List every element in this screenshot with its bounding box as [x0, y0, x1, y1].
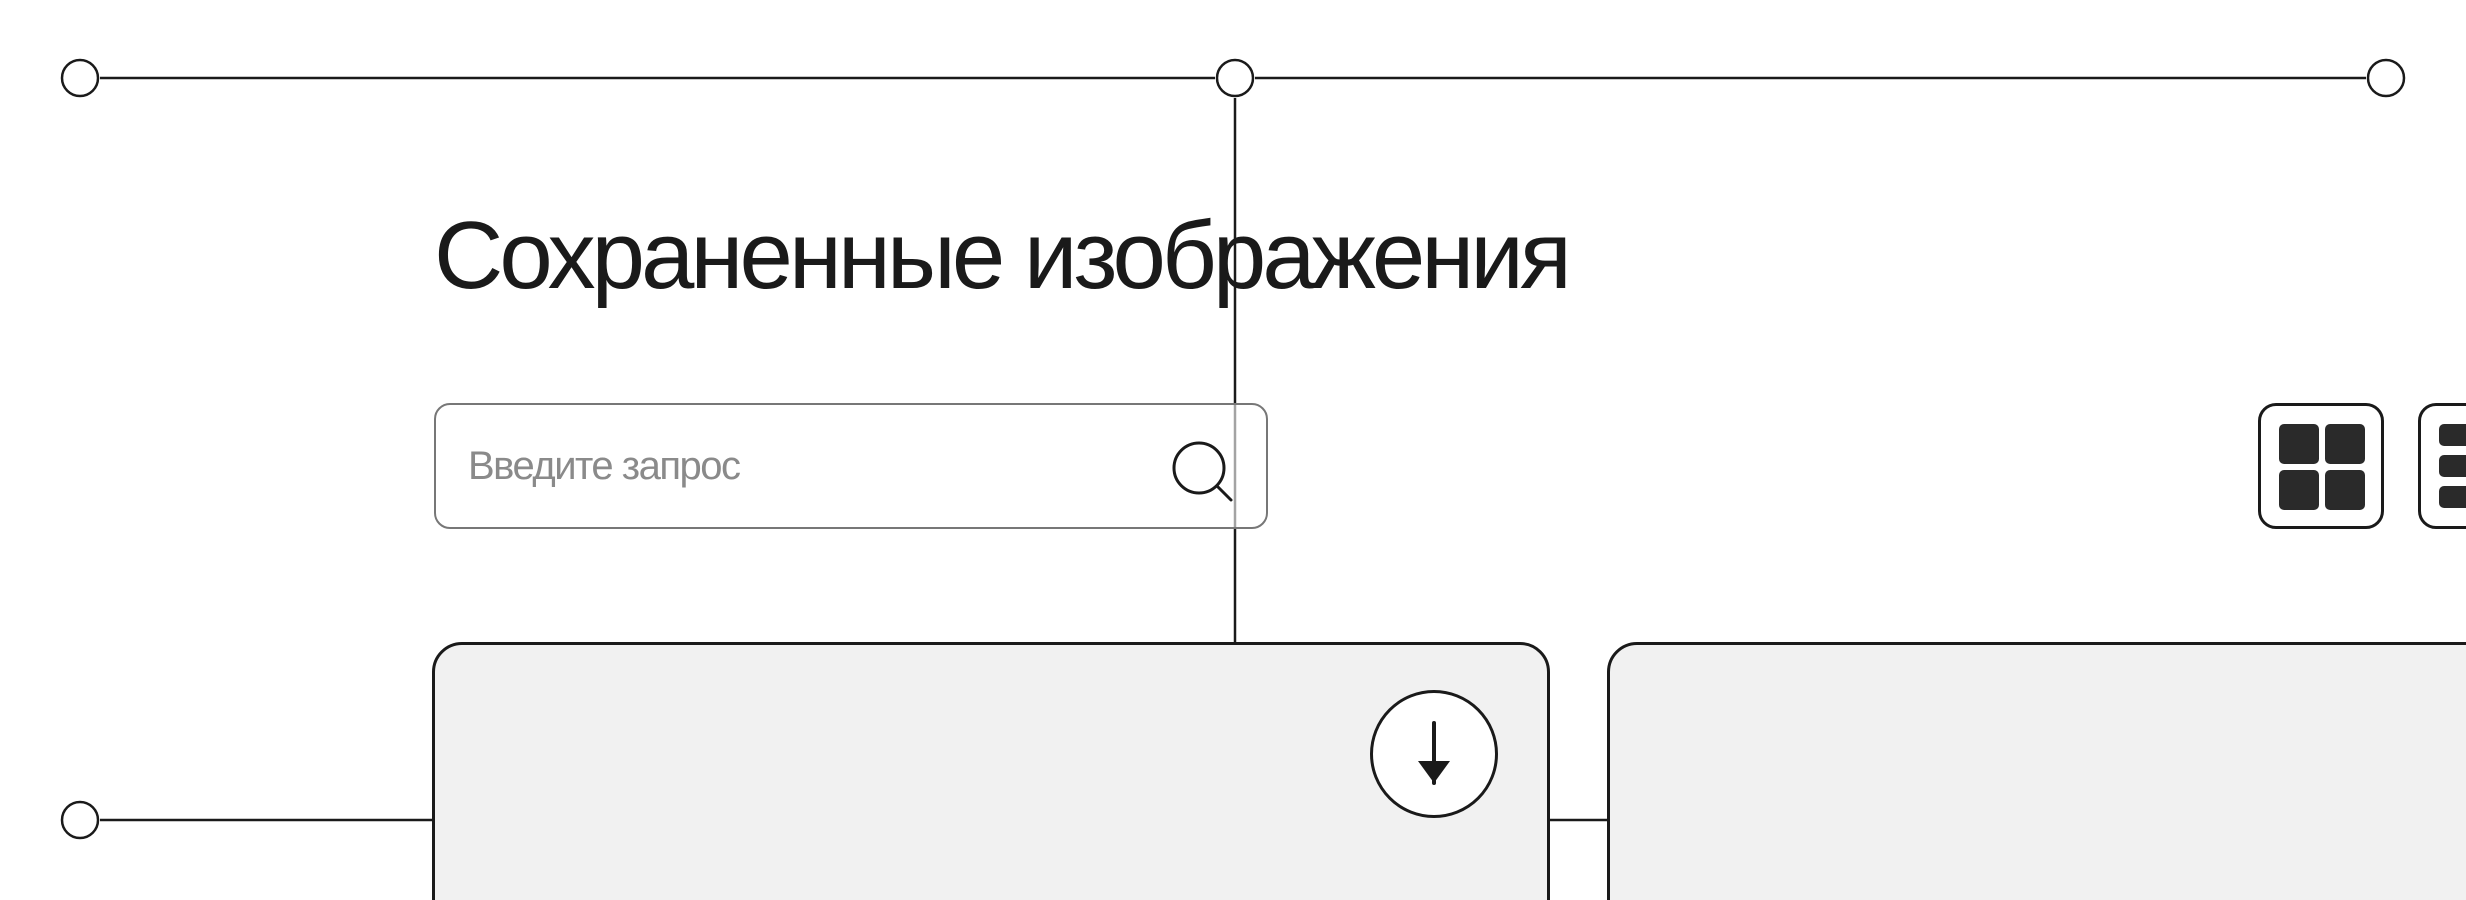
list-icon	[2439, 424, 2466, 508]
saved-image-card-1[interactable]	[432, 642, 1550, 900]
saved-image-card-2[interactable]	[1607, 642, 2466, 900]
grid-icon	[2279, 424, 2365, 510]
search-icon[interactable]	[1169, 435, 1239, 505]
page-title: Сохраненные изображения	[434, 202, 1572, 309]
download-button[interactable]	[1370, 690, 1498, 818]
download-icon	[1418, 721, 1450, 785]
list-view-button[interactable]	[2418, 403, 2466, 529]
grid-view-button[interactable]	[2258, 403, 2384, 529]
search-input[interactable]	[468, 405, 1148, 527]
search-box	[434, 403, 1268, 529]
